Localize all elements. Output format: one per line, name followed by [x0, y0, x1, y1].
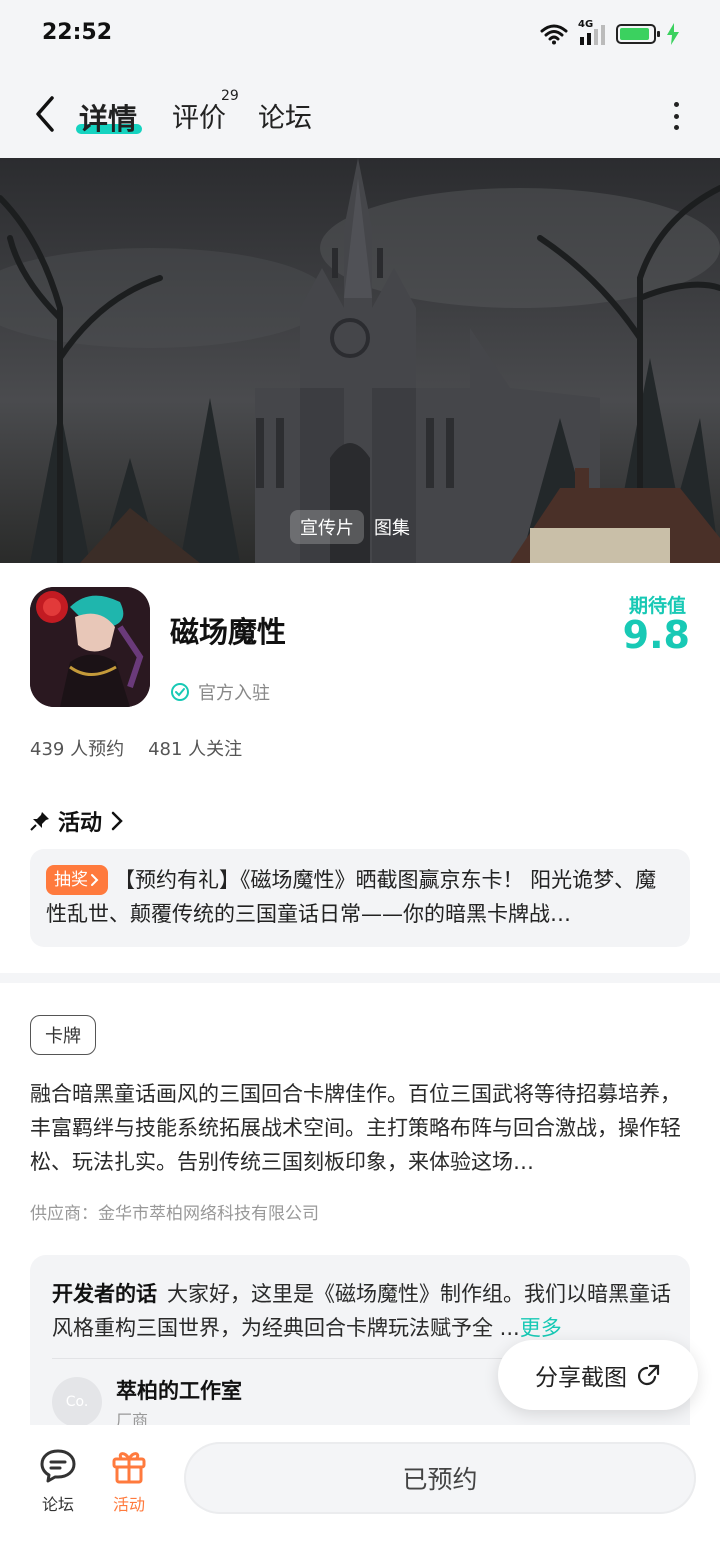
activity-text: 【预约有礼】《磁场魔性》晒截图赢京东卡！ 阳光诡梦、魔性乱世、颠覆传统的三国童话… — [46, 868, 657, 926]
tab-forum[interactable]: 论坛 — [258, 96, 312, 135]
supplier-info: 供应商：金华市萃柏网络科技有限公司 — [30, 1204, 319, 1224]
share-icon — [638, 1364, 660, 1386]
game-description[interactable]: 融合暗黑童话画风的三国回合卡牌佳作。百位三国武将等待招募培养，丰富羁绊与技能系统… — [30, 1077, 690, 1179]
bottom-forum-button[interactable]: 论坛 — [28, 1447, 88, 1515]
back-button[interactable] — [28, 92, 64, 136]
reviews-count-badge: 29 — [221, 88, 239, 104]
expectation-score: 9.8 — [622, 613, 690, 657]
bottom-action-bar: 论坛 活动 已预约 — [0, 1425, 720, 1560]
battery-icon — [616, 24, 660, 44]
activity-heading: 活动 — [58, 811, 103, 836]
status-icons: 4G — [540, 19, 680, 48]
pin-icon — [30, 812, 49, 831]
official-label: 官方入驻 — [198, 683, 270, 704]
forum-chat-icon — [40, 1449, 76, 1483]
hero-cathedral-image — [0, 158, 720, 563]
bottom-forum-label: 论坛 — [41, 1495, 74, 1514]
developer-note: 开发者的话 大家好，这里是《磁场魔性》制作组。我们以暗黑童话风格重构三国世界，为经… — [52, 1277, 672, 1345]
chevron-left-icon — [36, 96, 54, 132]
lottery-badge-label: 抽奖 — [54, 870, 88, 890]
official-badge: 官方入驻 — [170, 679, 270, 705]
verified-check-icon — [171, 683, 189, 701]
hero-media[interactable]: 宣传片 图集 — [0, 158, 720, 563]
more-dot-icon — [673, 125, 679, 130]
media-switch: 宣传片 图集 — [290, 510, 420, 544]
wifi-icon — [540, 24, 568, 45]
more-dot-icon — [673, 113, 679, 119]
section-divider — [0, 973, 720, 983]
developer-note-label: 开发者的话 — [52, 1282, 157, 1306]
tab-reviews[interactable]: 评价 — [172, 96, 226, 135]
media-tab-gallery[interactable]: 图集 — [364, 510, 420, 544]
media-tab-trailer[interactable]: 宣传片 — [290, 510, 364, 544]
bottom-activity-label: 活动 — [112, 1495, 145, 1514]
chevron-right-icon — [91, 874, 99, 886]
activity-header[interactable]: 活动 — [30, 805, 124, 837]
signal-icon: 4G — [578, 19, 606, 47]
app-icon[interactable] — [30, 587, 150, 707]
bottom-activity-button[interactable]: 活动 — [99, 1447, 159, 1515]
app-character-icon — [30, 587, 150, 707]
studio-name[interactable]: 萃柏的工作室 — [116, 1375, 242, 1405]
activity-card[interactable]: 抽奖 【预约有礼】《磁场魔性》晒截图赢京东卡！ 阳光诡梦、魔性乱世、颠覆传统的三国… — [30, 849, 690, 947]
lottery-badge: 抽奖 — [46, 865, 108, 895]
battery-level — [620, 28, 649, 40]
more-dot-icon — [673, 102, 679, 107]
follower-count: 481 人关注 — [148, 739, 243, 760]
tab-details[interactable]: 详情 — [79, 96, 137, 138]
app-stats: 439 人预约 481 人关注 — [30, 735, 242, 761]
share-screenshot-label: 分享截图 — [535, 1365, 627, 1391]
chevron-right-icon — [111, 811, 123, 831]
status-bar: 22:52 4G — [0, 0, 720, 70]
developer-more-link[interactable]: 更多 — [520, 1316, 562, 1340]
studio-avatar[interactable]: Co. — [52, 1377, 102, 1427]
share-screenshot-button[interactable]: 分享截图 — [498, 1340, 698, 1410]
genre-tag[interactable]: 卡牌 — [30, 1015, 96, 1055]
reservation-count: 439 人预约 — [30, 739, 125, 760]
activity-description: 抽奖 【预约有礼】《磁场魔性》晒截图赢京东卡！ 阳光诡梦、魔性乱世、颠覆传统的三国… — [46, 863, 674, 931]
gift-icon — [112, 1452, 146, 1484]
app-info-section: 磁场魔性 官方入驻 期待值 9.8 439 人预约 481 人关注 活动 抽奖【… — [0, 563, 720, 973]
charging-icon — [667, 23, 679, 45]
nav-bar: 详情 评价 29 论坛 — [0, 70, 720, 158]
status-time: 22:52 — [42, 20, 113, 45]
reserved-button[interactable]: 已预约 — [184, 1442, 696, 1514]
more-options-button[interactable] — [664, 96, 688, 136]
app-name: 磁场魔性 — [170, 615, 287, 649]
